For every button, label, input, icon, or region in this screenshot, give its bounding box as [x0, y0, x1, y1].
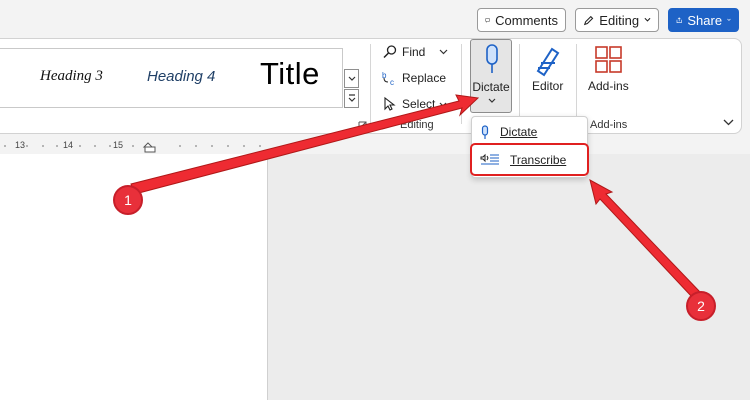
ruler-mark: 13 [15, 140, 26, 150]
microphone-icon [486, 44, 498, 73]
document-canvas [0, 154, 750, 400]
comments-button[interactable]: Comments [477, 8, 566, 32]
menu-item-label: Dictate [500, 125, 538, 139]
chevron-down-icon [439, 102, 447, 107]
group-separator [576, 44, 577, 124]
ribbon: Heading 3 Heading 4 Title Find b c Repla… [0, 38, 742, 134]
styles-dialog-launcher-icon[interactable] [358, 121, 367, 130]
editing-mode-button[interactable]: Editing [575, 8, 659, 32]
ruler-ticks [4, 142, 261, 153]
replace-label: Replace [402, 71, 447, 85]
replace-button[interactable]: b c Replace [382, 68, 446, 88]
styles-more-button[interactable] [344, 89, 359, 108]
share-icon [676, 16, 682, 23]
group-separator [461, 44, 462, 124]
comments-label: Comments [495, 12, 558, 28]
dictate-label: Dictate [472, 80, 510, 94]
search-icon [383, 45, 397, 59]
editor-button-label[interactable]: Editor [532, 79, 563, 93]
chevron-down-icon [439, 49, 448, 55]
style-title[interactable]: Title [260, 56, 320, 92]
chevron-down-icon[interactable] [488, 98, 496, 103]
replace-icon: b c [382, 71, 394, 86]
add-ins-grid-icon[interactable] [594, 45, 623, 74]
cursor-arrow-icon [384, 96, 396, 111]
ruler-mark: 15 [113, 140, 124, 150]
chevron-down-icon [644, 17, 651, 22]
more-styles-icon [348, 94, 355, 102]
share-label: Share [687, 12, 723, 28]
group-separator [519, 44, 520, 124]
annotation-marker-1: 1 [113, 185, 143, 215]
svg-text:c: c [390, 78, 394, 86]
editing-group-label: Editing [400, 119, 434, 131]
annotation-marker-2: 2 [686, 291, 716, 321]
share-button[interactable]: Share [668, 8, 739, 32]
horizontal-ruler[interactable]: 13 14 15 [0, 138, 264, 154]
menu-item-dictate[interactable]: Dictate [480, 121, 537, 143]
select-label: Select [402, 97, 436, 111]
dictate-button[interactable]: Dictate [470, 39, 512, 113]
select-button[interactable]: Select [382, 94, 447, 114]
group-separator [370, 44, 371, 124]
chevron-down-icon [348, 76, 355, 81]
add-ins-group-label: Add-ins [590, 119, 628, 131]
editing-mode-label: Editing [599, 12, 640, 28]
pencil-icon [583, 15, 594, 25]
style-heading-3[interactable]: Heading 3 [40, 68, 103, 85]
find-button[interactable]: Find [382, 42, 448, 62]
styles-scroll-down-button[interactable] [344, 69, 359, 88]
ruler-mark: 14 [63, 140, 74, 150]
transcribe-highlight-box [470, 143, 589, 176]
top-bar: Comments Editing Share [0, 0, 750, 40]
editor-pen-icon[interactable] [532, 43, 566, 77]
add-ins-button-label[interactable]: Add-ins [588, 79, 629, 93]
collapse-ribbon-chevron-icon[interactable] [723, 119, 734, 126]
find-label: Find [402, 45, 426, 59]
microphone-icon [481, 124, 489, 139]
comment-icon [485, 17, 490, 23]
chevron-down-icon [727, 18, 731, 21]
style-heading-4[interactable]: Heading 4 [147, 68, 215, 85]
